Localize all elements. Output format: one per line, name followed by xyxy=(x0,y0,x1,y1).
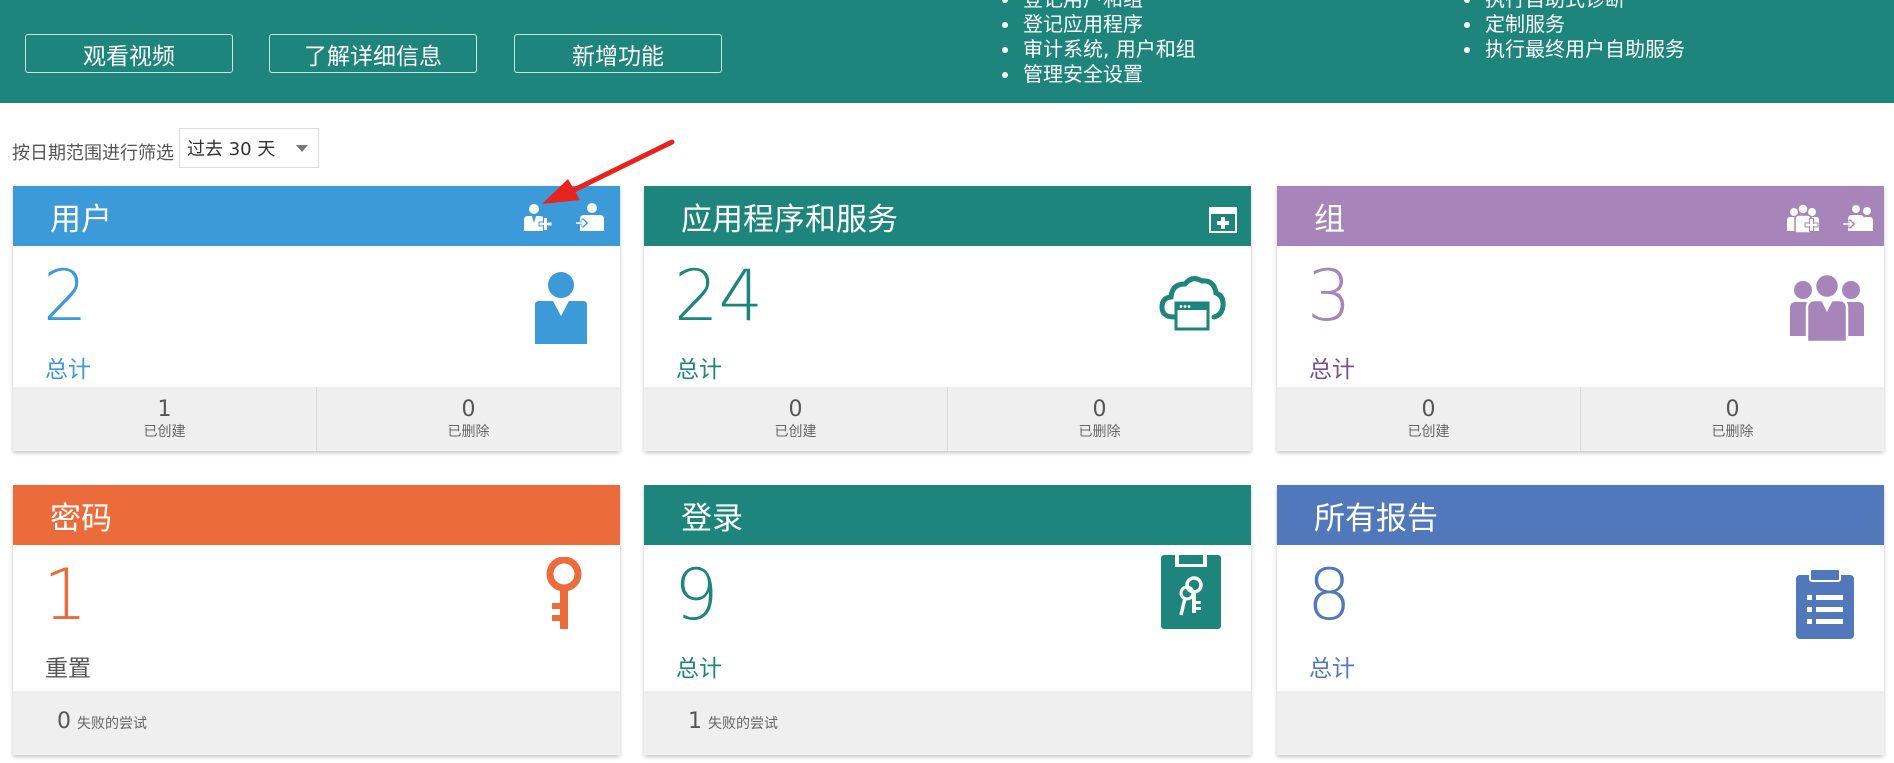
users-total-label: 总计 xyxy=(45,357,91,383)
apps-services-card: 应用程序和服务 24 总计 0 已创建 0 已删除 xyxy=(644,186,1251,451)
add-group-icon[interactable] xyxy=(1786,203,1820,241)
apps-total-label: 总计 xyxy=(676,357,722,383)
users-created-stat[interactable]: 1 已创建 xyxy=(13,387,317,451)
stat-label: 失败的尝试 xyxy=(708,716,778,732)
stat-label: 已创建 xyxy=(774,424,817,440)
stat-value: 0 xyxy=(1421,397,1436,422)
chevron-down-icon[interactable] xyxy=(296,145,308,152)
header-banner: 观看视频 了解详细信息 新增功能 登记用户和组 登记应用程序 审计系统, 用户和… xyxy=(0,0,1894,103)
reports-card-body: 8 总计 xyxy=(1277,545,1884,691)
card-title: 所有报告 xyxy=(1314,500,1438,537)
cloud-app-icon xyxy=(1158,271,1226,337)
groups-card: 组 3 总计 0 已创建 0 已删除 xyxy=(1277,186,1884,451)
stat-label: 已创建 xyxy=(1407,424,1450,440)
stat-label: 已创建 xyxy=(143,424,186,440)
logins-card: 登录 9 总计 1 失败的尝试 xyxy=(644,485,1251,755)
reports-card-header: 所有报告 xyxy=(1277,485,1884,545)
reports-card-footer xyxy=(1277,691,1884,755)
card-title: 登录 xyxy=(681,500,743,537)
logins-card-body: 9 总计 xyxy=(644,545,1251,691)
stat-value: 0 xyxy=(1725,397,1740,422)
list-item: 执行最终用户自助服务 xyxy=(1462,37,1685,62)
apps-deleted-stat[interactable]: 0 已删除 xyxy=(948,387,1251,451)
passwords-card: 密码 1 重置 0 失败的尝试 xyxy=(13,485,620,755)
list-item: 执行自助式诊断 xyxy=(1462,0,1685,12)
import-user-icon[interactable] xyxy=(575,201,605,241)
stat-label: 失败的尝试 xyxy=(77,716,147,732)
apps-card-footer: 0 已创建 0 已删除 xyxy=(644,387,1251,451)
passwords-card-body: 1 重置 xyxy=(13,545,620,691)
feature-list-left: 登记用户和组 登记应用程序 审计系统, 用户和组 管理安全设置 xyxy=(1000,0,1196,87)
card-title: 组 xyxy=(1314,201,1345,238)
users-count[interactable]: 2 xyxy=(43,256,88,336)
date-range-select[interactable]: 过去 30 天 xyxy=(179,128,319,168)
apps-count[interactable]: 24 xyxy=(674,256,763,336)
date-range-value: 过去 30 天 xyxy=(187,139,276,160)
list-item: 登记用户和组 xyxy=(1000,0,1196,12)
password-resets-label: 重置 xyxy=(45,656,91,682)
stat-label: 已删除 xyxy=(1078,424,1121,440)
list-item: 定制服务 xyxy=(1462,12,1685,37)
groups-card-body: 3 总计 xyxy=(1277,246,1884,392)
stat-label: 已删除 xyxy=(1711,424,1754,440)
logins-card-header: 登录 xyxy=(644,485,1251,545)
stat-value: 0 xyxy=(461,397,476,422)
add-app-icon[interactable] xyxy=(1209,205,1237,241)
apps-card-header: 应用程序和服务 xyxy=(644,186,1251,246)
import-group-icon[interactable] xyxy=(1842,203,1874,241)
reports-total-label: 总计 xyxy=(1309,656,1355,682)
watch-video-button[interactable]: 观看视频 xyxy=(25,34,233,73)
list-item: 管理安全设置 xyxy=(1000,62,1196,87)
list-item: 审计系统, 用户和组 xyxy=(1000,37,1196,62)
whats-new-button[interactable]: 新增功能 xyxy=(514,34,722,73)
groups-total-label: 总计 xyxy=(1309,357,1355,383)
list-item: 登记应用程序 xyxy=(1000,12,1196,37)
apps-created-stat[interactable]: 0 已创建 xyxy=(644,387,948,451)
stat-value: 1 xyxy=(157,397,172,422)
logins-card-footer: 1 失败的尝试 xyxy=(644,691,1251,755)
passwords-card-header: 密码 xyxy=(13,485,620,545)
groups-deleted-stat[interactable]: 0 已删除 xyxy=(1581,387,1884,451)
password-failed-attempts[interactable]: 0 失败的尝试 xyxy=(13,691,147,755)
report-clipboard-icon xyxy=(1796,568,1854,643)
login-failed-attempts[interactable]: 1 失败的尝试 xyxy=(644,691,778,755)
reports-count[interactable]: 8 xyxy=(1307,555,1352,635)
logins-count[interactable]: 9 xyxy=(674,555,719,635)
date-filter-label: 按日期范围进行筛选 xyxy=(12,143,174,164)
learn-more-button[interactable]: 了解详细信息 xyxy=(269,34,477,73)
stat-value: 0 xyxy=(1092,397,1107,422)
login-keys-icon xyxy=(1161,555,1221,633)
card-title: 用户 xyxy=(50,201,112,238)
feature-list-right: 执行自助式诊断 定制服务 执行最终用户自助服务 xyxy=(1462,0,1685,62)
stat-value: 0 xyxy=(57,709,71,734)
group-icon xyxy=(1790,272,1864,346)
groups-created-stat[interactable]: 0 已创建 xyxy=(1277,387,1581,451)
users-card-body: 2 总计 xyxy=(13,246,620,392)
users-card-footer: 1 已创建 0 已删除 xyxy=(13,387,620,451)
stat-label: 已删除 xyxy=(447,424,490,440)
groups-card-header: 组 xyxy=(1277,186,1884,246)
card-title: 应用程序和服务 xyxy=(681,201,898,238)
users-card-header: 用户 xyxy=(13,186,620,246)
stat-value: 1 xyxy=(688,709,702,734)
users-card: 用户 2 总计 1 已创建 0 已删除 xyxy=(13,186,620,451)
key-icon xyxy=(544,556,584,635)
all-reports-card: 所有报告 8 总计 xyxy=(1277,485,1884,755)
passwords-card-footer: 0 失败的尝试 xyxy=(13,691,620,755)
card-title: 密码 xyxy=(50,500,112,537)
groups-card-footer: 0 已创建 0 已删除 xyxy=(1277,387,1884,451)
stat-value: 0 xyxy=(788,397,803,422)
users-deleted-stat[interactable]: 0 已删除 xyxy=(317,387,620,451)
logins-total-label: 总计 xyxy=(676,656,722,682)
apps-card-body: 24 总计 xyxy=(644,246,1251,392)
add-user-icon[interactable] xyxy=(521,201,553,241)
password-resets-count[interactable]: 1 xyxy=(43,555,88,635)
user-icon xyxy=(535,272,587,348)
groups-count[interactable]: 3 xyxy=(1307,256,1352,336)
